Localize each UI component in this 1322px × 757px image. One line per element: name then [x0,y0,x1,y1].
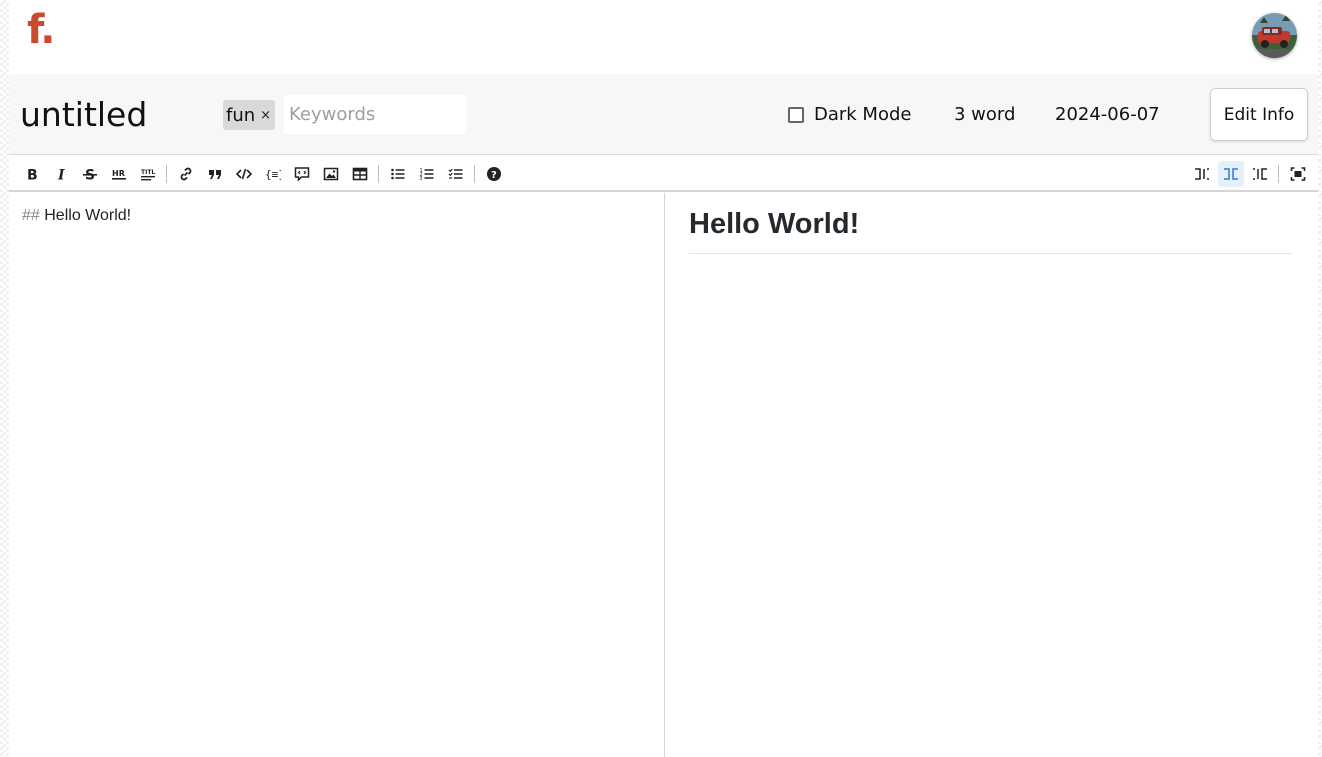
app-page: f. untitled fun × Keywords Dark Mode 3 w… [0,0,1322,757]
brand-bar: f. [9,0,1318,74]
svg-text:I: I [57,167,65,182]
preview-heading: Hello World! [689,205,1292,254]
toolbar-separator [378,164,379,183]
markdown-preview: Hello World! [665,193,1318,757]
italic-icon[interactable]: I [48,161,74,187]
toolbar-separator [166,164,167,183]
keyword-tag-label: fun [226,104,256,126]
svg-text:TITL: TITL [141,169,155,176]
title-icon[interactable]: TITL [135,161,161,187]
toolbar-format-group: B I S HR TITL {≡ 1 2 3 ? [17,155,508,192]
editor-line[interactable]: ## Hello World! [22,207,131,225]
dark-mode-toggle[interactable]: Dark Mode [788,104,911,125]
heading-markup: ## [22,207,40,224]
view-split-icon[interactable] [1217,160,1244,187]
avatar[interactable] [1252,13,1297,58]
edit-info-button[interactable]: Edit Info [1210,88,1308,141]
svg-text:B: B [27,167,38,182]
bold-icon[interactable]: B [19,161,45,187]
logo[interactable]: f. [27,6,55,54]
toolbar-separator [474,164,475,183]
unordered-list-icon[interactable] [385,161,411,187]
svg-text:?: ? [491,170,497,181]
link-icon[interactable] [173,161,199,187]
ordered-list-icon[interactable]: 123 [414,161,440,187]
toolbar-separator [1278,164,1279,183]
horizontal-rule-icon[interactable]: HR [106,161,132,187]
help-icon[interactable]: ? [481,161,507,187]
view-preview-only-icon[interactable] [1247,161,1273,187]
toolbar-view-group [1187,155,1312,192]
left-edge [0,0,9,757]
document-title[interactable]: untitled [20,94,147,136]
strikethrough-icon[interactable]: S [77,161,103,187]
avatar-image [1252,13,1297,58]
keyword-tag: fun × [223,100,276,130]
svg-text:3: 3 [419,176,422,182]
document-info-bar: untitled fun × Dark Mode 3 word 2024-06-… [9,74,1318,155]
document-date: 2024-06-07 [1055,104,1160,125]
remove-tag-icon[interactable]: × [260,108,271,123]
code-block-icon[interactable]: {≡} [260,161,286,187]
editor-toolbar: B I S HR TITL {≡ 1 2 3 ? [9,155,1318,192]
dark-mode-checkbox[interactable] [788,106,804,123]
quote-icon[interactable] [202,161,228,187]
view-editor-only-icon[interactable] [1189,161,1215,187]
comment-icon[interactable] [289,161,315,187]
fullscreen-icon[interactable] [1285,161,1311,187]
image-icon[interactable] [318,161,344,187]
svg-text:{≡}: {≡} [265,168,281,181]
dark-mode-label: Dark Mode [814,104,912,125]
code-icon[interactable] [231,161,257,187]
table-icon[interactable] [347,161,373,187]
checklist-icon[interactable] [443,161,469,187]
word-count: 3 word [954,104,1016,125]
editor-line-text: Hello World! [44,207,132,224]
svg-text:HR: HR [112,169,125,178]
right-edge [1318,0,1322,757]
markdown-editor[interactable]: ## Hello World! [9,193,665,757]
keywords-input[interactable] [284,95,466,134]
